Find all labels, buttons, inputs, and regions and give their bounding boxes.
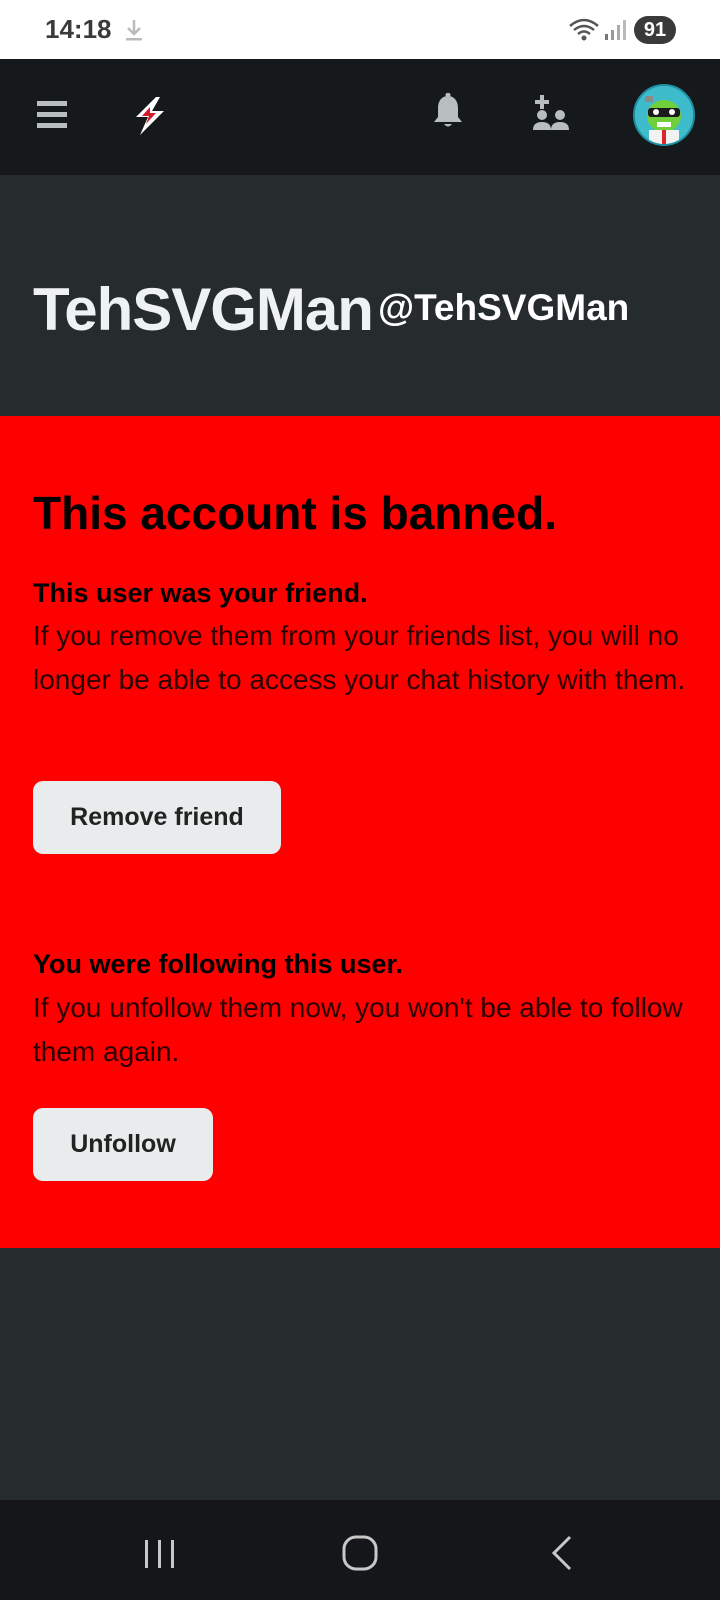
ban-title: This account is banned. — [33, 487, 557, 539]
wifi-icon — [568, 18, 600, 47]
username: @TehSVGMan — [378, 287, 630, 328]
friend-section-title: This user was your friend. — [33, 578, 368, 608]
back-icon[interactable] — [550, 1535, 574, 1576]
signal-icon — [603, 18, 627, 47]
menu-icon[interactable] — [37, 99, 67, 131]
recents-icon[interactable] — [143, 1538, 177, 1575]
follow-section-title: You were following this user. — [33, 949, 404, 979]
display-name: TehSVGMan — [33, 276, 374, 343]
status-time: 14:18 — [45, 14, 112, 44]
download-icon — [123, 18, 145, 47]
unfollow-button[interactable]: Unfollow — [33, 1108, 213, 1181]
profile-header: TehSVGMan @TehSVGMan — [0, 175, 720, 416]
home-icon[interactable] — [342, 1535, 378, 1576]
app-bar — [0, 59, 720, 175]
bell-icon[interactable] — [433, 92, 463, 134]
friend-section-text: If you remove them from your friends lis… — [33, 620, 686, 695]
follow-section-text: If you unfollow them now, you won't be a… — [33, 992, 683, 1067]
battery-indicator: 91 — [634, 16, 676, 44]
app-logo-icon[interactable] — [132, 97, 168, 140]
remove-friend-button[interactable]: Remove friend — [33, 781, 281, 854]
system-nav-bar — [0, 1500, 720, 1600]
add-friend-icon[interactable] — [532, 93, 570, 136]
avatar[interactable] — [633, 84, 695, 146]
status-bar: 14:18 91 — [0, 0, 720, 59]
ban-notice-panel: This account is banned. This user was yo… — [0, 416, 720, 1248]
